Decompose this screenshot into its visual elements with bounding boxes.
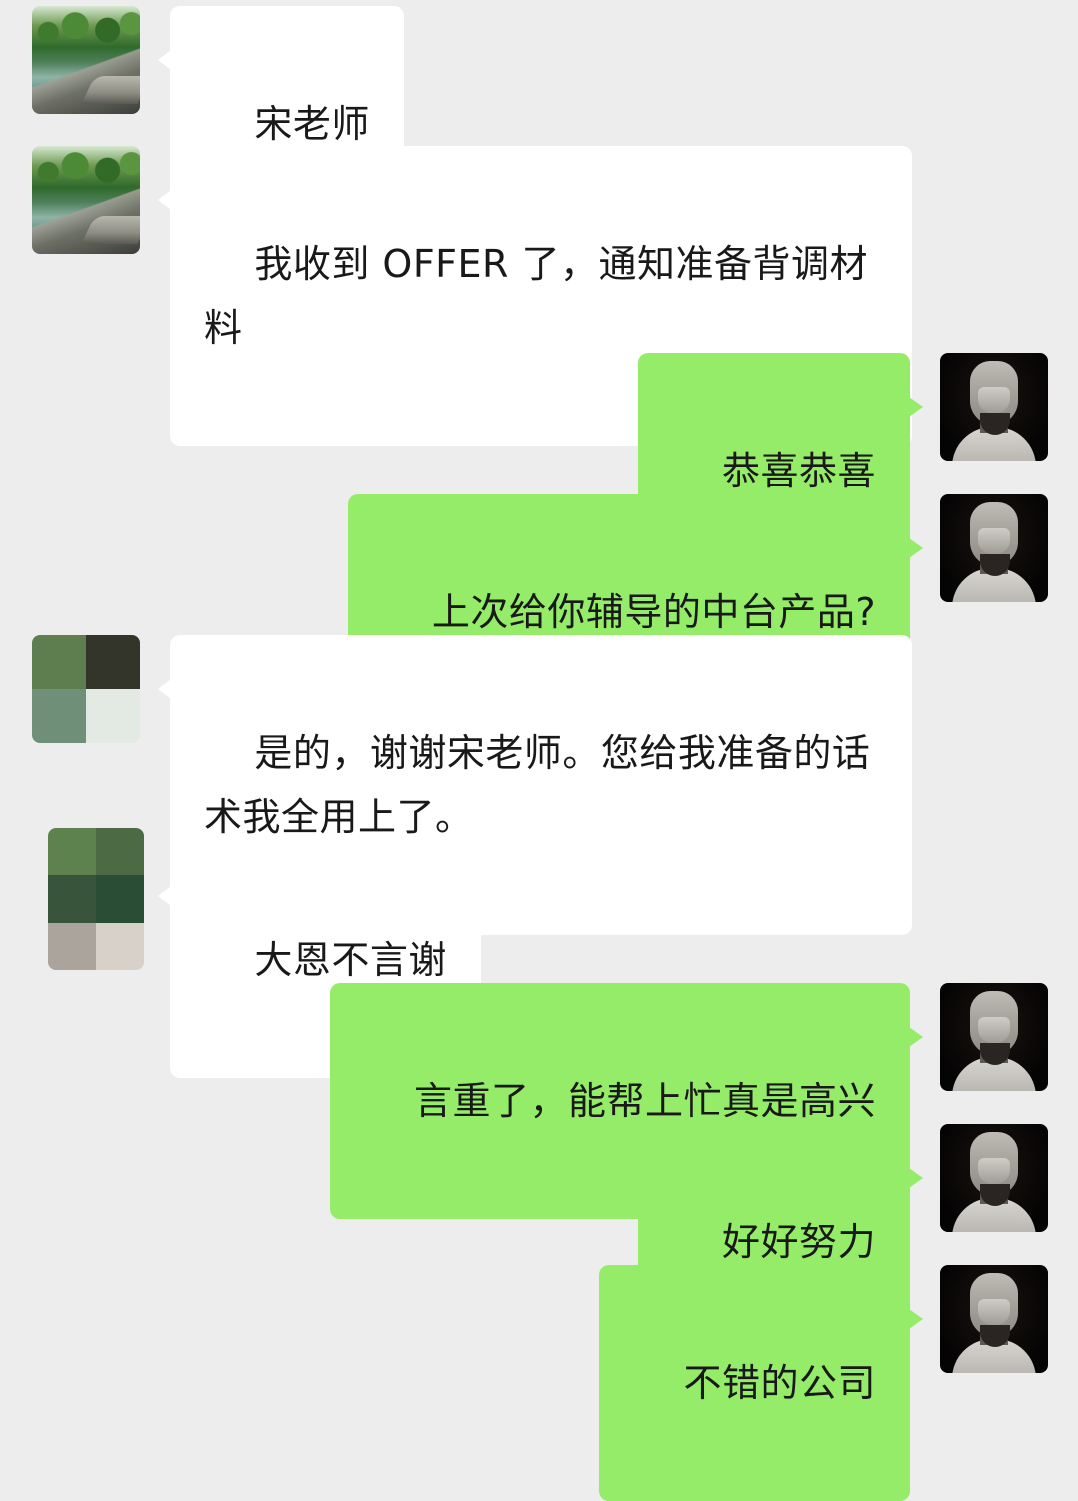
message-text: 上次给你辅导的中台产品? — [431, 590, 876, 634]
message-text: 不错的公司 — [683, 1361, 876, 1405]
avatar-trees — [32, 146, 140, 190]
contact-avatar-icon[interactable] — [32, 6, 140, 114]
user-avatar-icon[interactable] — [940, 1124, 1048, 1232]
outgoing-message-bubble[interactable]: 不错的公司 — [599, 1265, 923, 1501]
avatar-trees — [32, 6, 140, 50]
message-text: 恭喜恭喜 — [721, 449, 876, 493]
pixelated-contact-avatar-icon[interactable] — [32, 635, 140, 743]
avatar-boat — [81, 216, 140, 244]
contact-avatar-icon[interactable] — [32, 146, 140, 254]
message-text: 好好努力 — [721, 1220, 876, 1264]
message-text: 是的，谢谢宋老师。您给我准备的话术我全用上了。 — [204, 731, 871, 839]
pixelated-contact-avatar-icon[interactable] — [48, 828, 144, 970]
user-avatar-icon[interactable] — [940, 494, 1048, 602]
message-text: 大恩不言谢 — [254, 938, 447, 982]
chat-message-list[interactable]: 宋老师 我收到 OFFER 了，通知准备背调材料 恭喜恭喜 上次给你辅导的中台产… — [0, 0, 1078, 1501]
user-avatar-icon[interactable] — [940, 353, 1048, 461]
avatar-boat — [81, 76, 140, 104]
message-text: 言重了，能帮上忙真是高兴 — [413, 1079, 876, 1123]
user-avatar-icon[interactable] — [940, 983, 1048, 1091]
user-avatar-icon[interactable] — [940, 1265, 1048, 1373]
message-text: 我收到 OFFER 了，通知准备背调材料 — [204, 242, 869, 350]
message-text: 宋老师 — [254, 102, 370, 146]
